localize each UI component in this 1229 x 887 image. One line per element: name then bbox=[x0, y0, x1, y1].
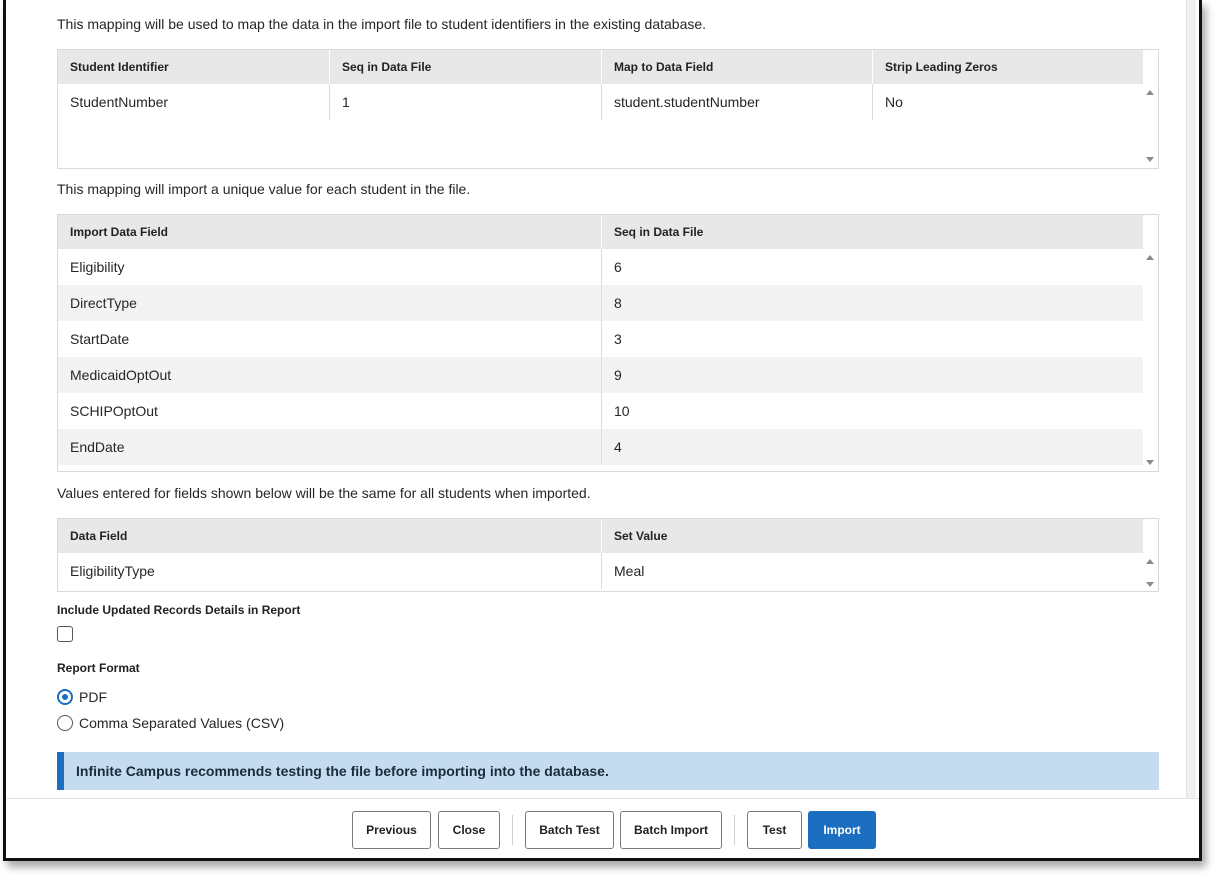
grid-header: Data Field Set Value bbox=[58, 519, 1143, 553]
include-updated-records-checkbox[interactable] bbox=[57, 626, 73, 642]
scroll-up-icon[interactable] bbox=[1146, 559, 1154, 564]
column-header-map-to-data-field[interactable]: Map to Data Field bbox=[602, 50, 873, 84]
radio-csv[interactable] bbox=[57, 715, 73, 731]
previous-button[interactable]: Previous bbox=[352, 811, 431, 849]
cell-import-data-field: MedicaidOptOut bbox=[58, 357, 602, 393]
cell-student-identifier: StudentNumber bbox=[58, 84, 330, 120]
wizard-content: This mapping will be used to map the dat… bbox=[6, 0, 1196, 798]
cell-set-value[interactable]: Meal bbox=[602, 553, 1143, 589]
cell-seq-in-data-file: 1 bbox=[330, 84, 602, 120]
batch-import-button[interactable]: Batch Import bbox=[620, 811, 722, 849]
column-header-data-field[interactable]: Data Field bbox=[58, 519, 602, 553]
column-header-seq-in-data-file[interactable]: Seq in Data File bbox=[602, 215, 1143, 249]
button-divider bbox=[512, 815, 513, 845]
table-row[interactable]: EligibilityType Meal bbox=[58, 553, 1143, 589]
batch-test-button[interactable]: Batch Test bbox=[525, 811, 614, 849]
grid-scrollbar[interactable] bbox=[1142, 249, 1158, 471]
grid-body: Eligibility 6 DirectType 8 StartDate 3 M… bbox=[58, 249, 1143, 465]
student-identifier-grid: Student Identifier Seq in Data File Map … bbox=[57, 49, 1159, 169]
import-button[interactable]: Import bbox=[808, 811, 876, 849]
cell-import-data-field: SCHIPOptOut bbox=[58, 393, 602, 429]
unique-mapping-intro: This mapping will import a unique value … bbox=[57, 181, 471, 197]
import-wizard-window: This mapping will be used to map the dat… bbox=[3, 0, 1202, 861]
radio-pdf-label: PDF bbox=[79, 689, 107, 705]
cell-import-data-field: Eligibility bbox=[58, 249, 602, 285]
column-header-import-data-field[interactable]: Import Data Field bbox=[58, 215, 602, 249]
radio-csv-label: Comma Separated Values (CSV) bbox=[79, 715, 285, 731]
cell-map-to-data-field: student.studentNumber bbox=[602, 84, 873, 120]
table-row[interactable]: EndDate 4 bbox=[58, 429, 1143, 465]
grid-scrollbar[interactable] bbox=[1142, 553, 1158, 591]
scroll-down-icon[interactable] bbox=[1146, 157, 1154, 162]
identifier-mapping-intro: This mapping will be used to map the dat… bbox=[57, 16, 707, 32]
radio-pdf[interactable] bbox=[57, 689, 73, 705]
cell-import-data-field: StartDate bbox=[58, 321, 602, 357]
cell-seq-in-data-file: 3 bbox=[614, 331, 622, 347]
column-header-student-identifier[interactable]: Student Identifier bbox=[58, 50, 330, 84]
scroll-up-icon[interactable] bbox=[1146, 90, 1154, 95]
report-format-label: Report Format bbox=[57, 661, 140, 675]
grid-header: Student Identifier Seq in Data File Map … bbox=[58, 50, 1143, 84]
scroll-up-icon[interactable] bbox=[1146, 255, 1154, 260]
cell-seq-in-data-file: 10 bbox=[614, 403, 630, 419]
wizard-footer: Previous Close Batch Test Batch Import T… bbox=[6, 798, 1199, 858]
cell-seq-in-data-file: 8 bbox=[614, 295, 622, 311]
column-header-set-value[interactable]: Set Value bbox=[602, 519, 1143, 553]
table-row[interactable]: StartDate 3 bbox=[58, 321, 1143, 357]
scroll-down-icon[interactable] bbox=[1146, 460, 1154, 465]
cell-seq-in-data-file: 6 bbox=[614, 259, 622, 275]
import-data-field-grid: Import Data Field Seq in Data File Eligi… bbox=[57, 214, 1159, 472]
grid-body: EligibilityType Meal bbox=[58, 553, 1143, 589]
set-values-intro: Values entered for fields shown below wi… bbox=[57, 485, 591, 501]
column-header-seq-in-data-file[interactable]: Seq in Data File bbox=[330, 50, 602, 84]
cell-seq-in-data-file: 9 bbox=[614, 367, 622, 383]
info-banner: Infinite Campus recommends testing the f… bbox=[57, 752, 1159, 790]
cell-seq-in-data-file: 4 bbox=[614, 439, 622, 455]
cell-data-field: EligibilityType bbox=[58, 553, 602, 589]
cell-import-data-field: DirectType bbox=[58, 285, 602, 321]
column-header-strip-leading-zeros[interactable]: Strip Leading Zeros bbox=[873, 50, 1143, 84]
cell-strip-leading-zeros: No bbox=[885, 94, 903, 110]
grid-body: StudentNumber 1 student.studentNumber No bbox=[58, 84, 1143, 120]
scroll-down-icon[interactable] bbox=[1146, 582, 1154, 587]
test-button[interactable]: Test bbox=[747, 811, 802, 849]
page-scrollbar[interactable] bbox=[1186, 0, 1196, 798]
set-value-grid: Data Field Set Value EligibilityType Mea… bbox=[57, 518, 1159, 592]
report-format-pdf-option[interactable]: PDF bbox=[57, 689, 107, 705]
table-row[interactable]: StudentNumber 1 student.studentNumber No bbox=[58, 84, 1143, 120]
cell-import-data-field: EndDate bbox=[58, 429, 602, 465]
grid-scrollbar[interactable] bbox=[1142, 84, 1158, 168]
table-row[interactable]: DirectType 8 bbox=[58, 285, 1143, 321]
table-row[interactable]: MedicaidOptOut 9 bbox=[58, 357, 1143, 393]
report-format-csv-option[interactable]: Comma Separated Values (CSV) bbox=[57, 715, 284, 731]
include-updated-records-label: Include Updated Records Details in Repor… bbox=[57, 603, 301, 617]
grid-header: Import Data Field Seq in Data File bbox=[58, 215, 1143, 249]
button-divider bbox=[734, 815, 735, 845]
close-button[interactable]: Close bbox=[438, 811, 500, 849]
table-row[interactable]: Eligibility 6 bbox=[58, 249, 1143, 285]
table-row[interactable]: SCHIPOptOut 10 bbox=[58, 393, 1143, 429]
